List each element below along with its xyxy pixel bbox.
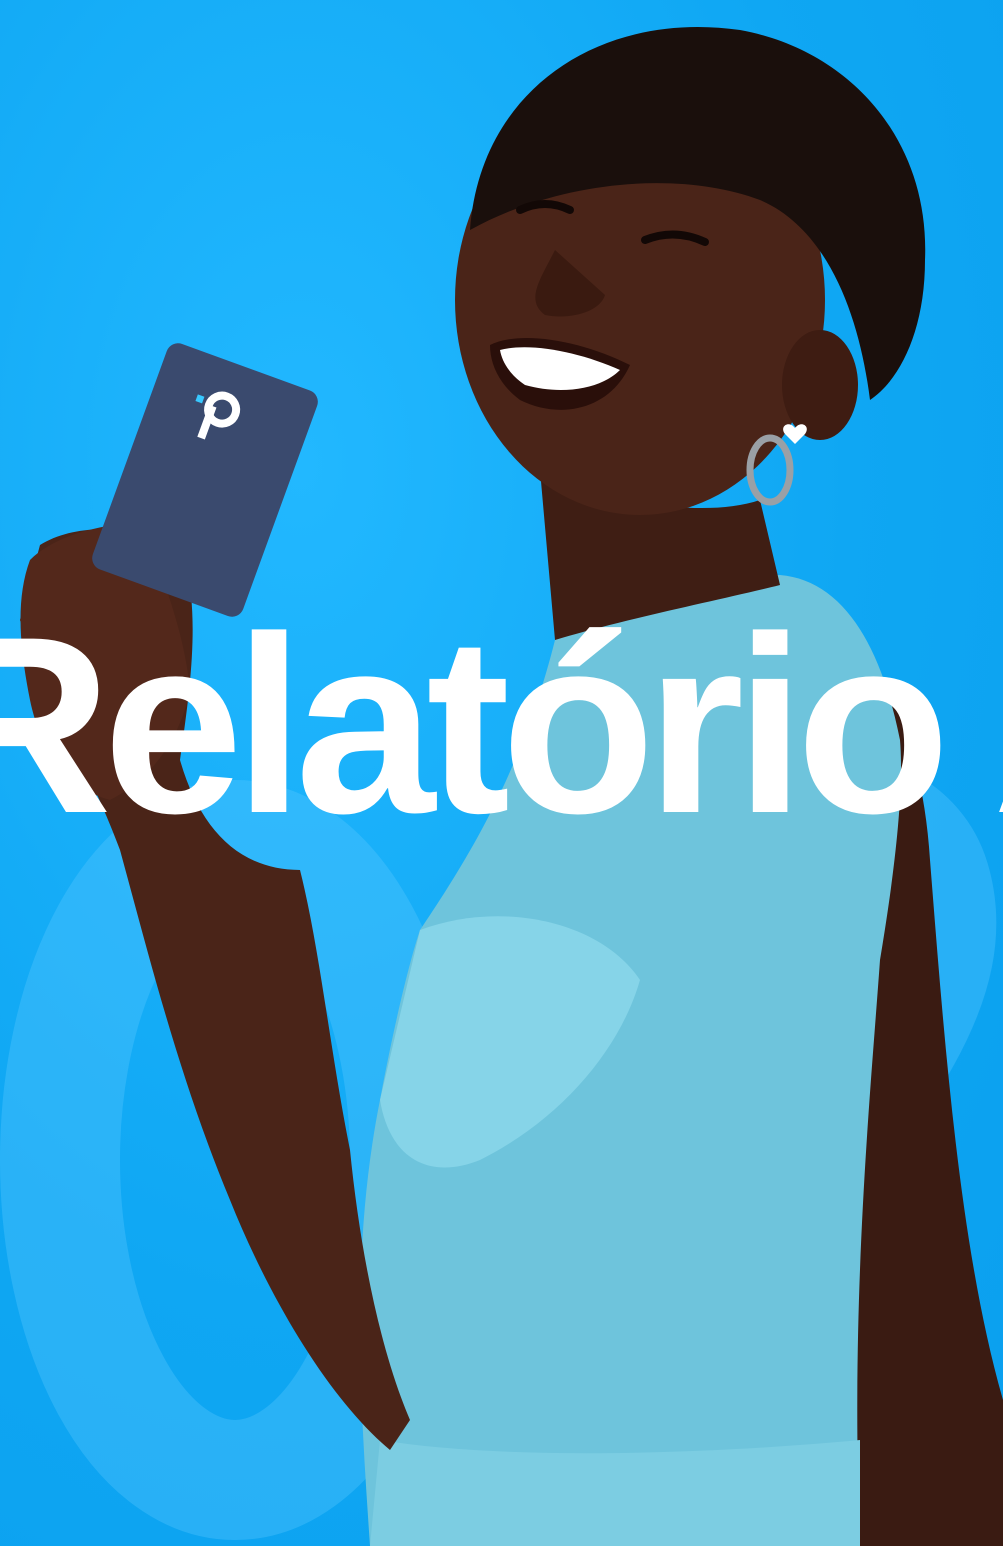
headline: Relatório Anual	[0, 585, 1003, 866]
heart-earring	[783, 424, 807, 444]
top-band	[370, 1440, 860, 1546]
ear	[782, 330, 858, 440]
hero-stage: Relatório Anual	[0, 0, 1003, 1546]
payment-card	[92, 343, 318, 617]
